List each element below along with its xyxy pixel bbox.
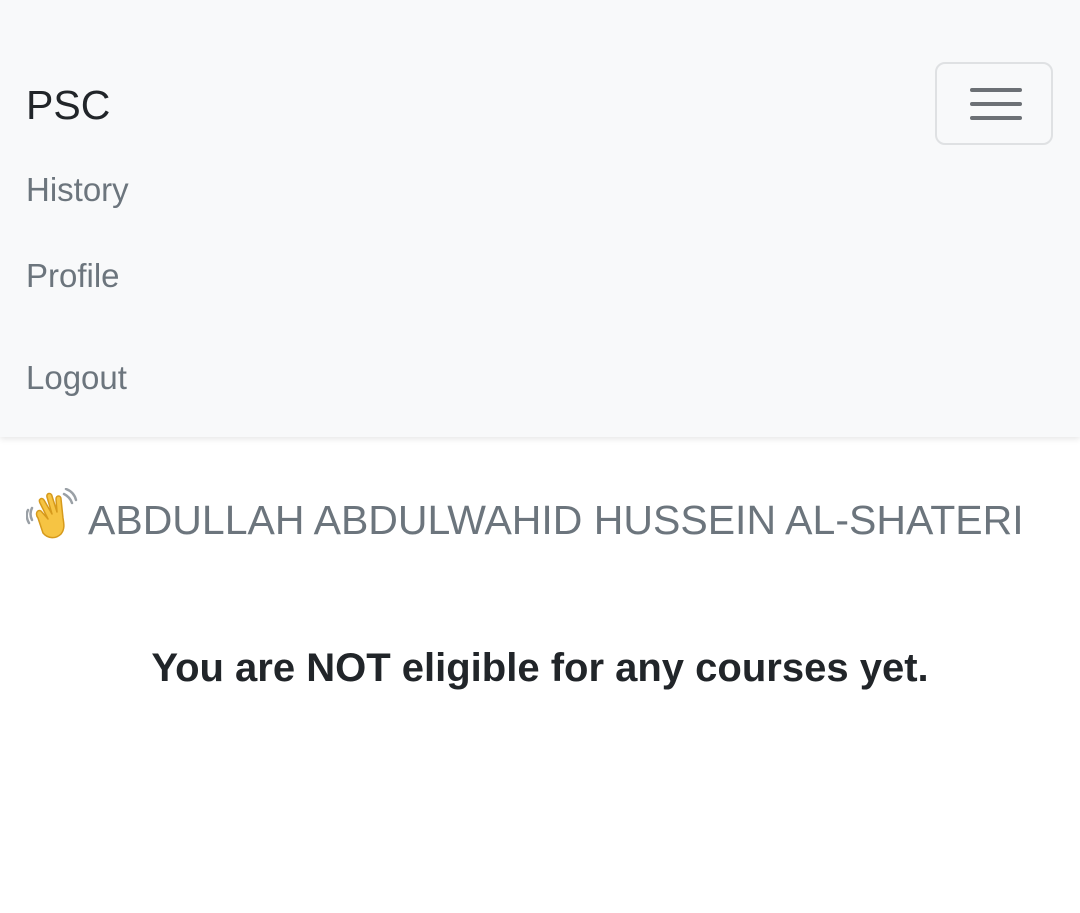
nav-link-logout[interactable]: Logout bbox=[26, 358, 127, 398]
greeting-heading: ABDULLAH ABDULWAHID HUSSEIN AL-SHATERI bbox=[25, 487, 1024, 552]
waving-hand-icon bbox=[25, 487, 78, 552]
brand-link[interactable]: PSC bbox=[26, 80, 110, 130]
user-name: ABDULLAH ABDULWAHID HUSSEIN AL-SHATERI bbox=[88, 497, 1024, 543]
nav-link-history[interactable]: History bbox=[26, 170, 129, 210]
navbar-toggler-button[interactable] bbox=[935, 62, 1053, 145]
nav-link-profile[interactable]: Profile bbox=[26, 256, 120, 296]
eligibility-message: You are NOT eligible for any courses yet… bbox=[151, 646, 929, 690]
navbar: PSC History Profile Logout bbox=[0, 0, 1080, 437]
